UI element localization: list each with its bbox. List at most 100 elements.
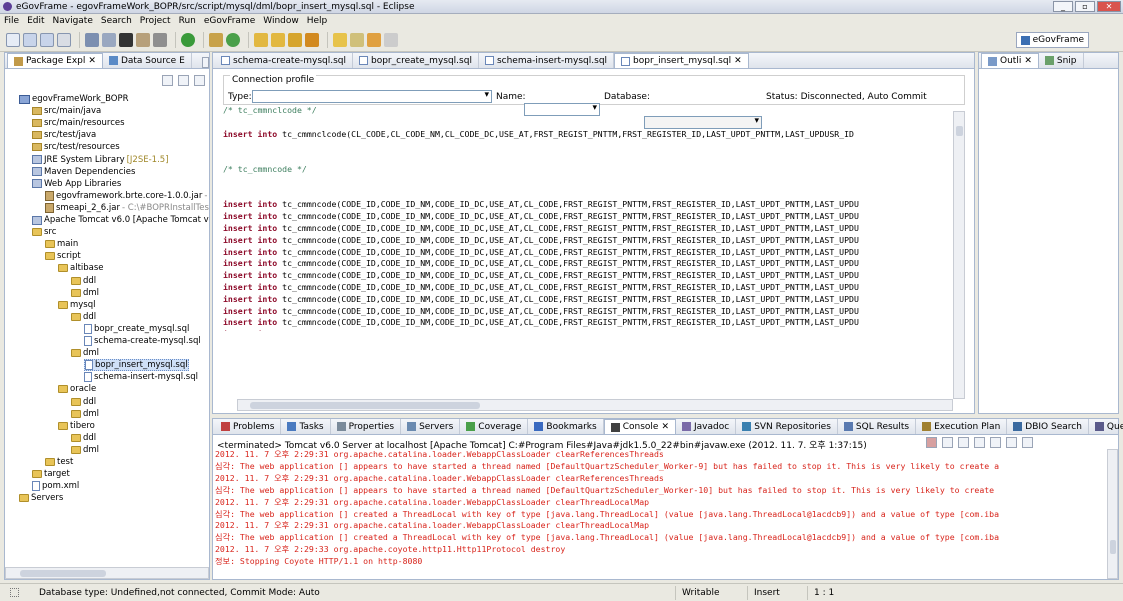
menu-navigate[interactable]: Navigate xyxy=(49,16,97,26)
link-editor-icon[interactable] xyxy=(178,74,189,86)
tree-item[interactable]: Servers xyxy=(19,492,63,504)
tab-sql-results[interactable]: SQL Results xyxy=(838,419,917,434)
view-menu-icon[interactable] xyxy=(194,74,205,86)
tree-item[interactable]: dml xyxy=(71,287,99,299)
terminal-icon[interactable] xyxy=(119,32,133,47)
close-icon[interactable]: ✕ xyxy=(88,56,96,66)
tree-item[interactable]: bopr_create_mysql.sql xyxy=(84,323,189,335)
tree-item[interactable]: Apache Tomcat v6.0 [Apache Tomcat v6.0 xyxy=(32,214,209,226)
tab-outline[interactable]: Outli ✕ xyxy=(981,53,1039,68)
tab-package-explorer[interactable]: Package Expl ✕ xyxy=(7,53,103,68)
minimize-icon[interactable] xyxy=(201,57,209,68)
link-icon[interactable] xyxy=(305,32,319,47)
close-icon[interactable]: ✕ xyxy=(734,56,742,66)
tree-item[interactable]: test xyxy=(45,456,73,468)
tree-item[interactable]: bopr_insert_mysql.sql xyxy=(84,359,189,372)
sql-editor[interactable]: /* tc_cmmnclcode */ insert into tc_cmmncl… xyxy=(223,105,943,331)
tab-problems[interactable]: Problems xyxy=(215,419,282,434)
tree-item[interactable]: ddl xyxy=(71,311,96,323)
tree-item[interactable]: target xyxy=(32,468,70,480)
menu-project[interactable]: Project xyxy=(136,16,175,26)
tree-item[interactable]: schema-create-mysql.sql xyxy=(84,335,201,347)
tree-item[interactable]: ddl xyxy=(71,432,96,444)
tree-item[interactable]: altibase xyxy=(58,262,104,274)
edit-icon[interactable] xyxy=(136,32,150,47)
close-icon[interactable]: ✕ xyxy=(1024,56,1032,66)
editor-horizontal-scrollbar[interactable] xyxy=(237,399,953,411)
tree-item[interactable]: dml xyxy=(71,444,99,456)
tab-javadoc[interactable]: Javadoc xyxy=(676,419,737,434)
tree-item[interactable]: src/main/resources xyxy=(32,117,125,129)
close-icon[interactable]: ✕ xyxy=(661,422,669,432)
annotation-icon[interactable] xyxy=(333,32,347,47)
tree-item[interactable]: Web App Libraries xyxy=(32,178,121,190)
menu-file[interactable]: File xyxy=(0,16,23,26)
save-icon[interactable] xyxy=(23,32,37,47)
tree-item[interactable]: src/test/java xyxy=(32,129,96,141)
menu-egovframe[interactable]: eGovFrame xyxy=(200,16,259,26)
tree-item[interactable]: Maven Dependencies xyxy=(32,166,135,178)
tree-item[interactable]: schema-insert-mysql.sql xyxy=(84,371,198,383)
display-console-icon[interactable] xyxy=(1006,437,1017,448)
tab-dbio-search[interactable]: DBIO Search xyxy=(1007,419,1089,434)
menu-run[interactable]: Run xyxy=(175,16,200,26)
debug-icon[interactable] xyxy=(226,32,240,47)
tree-item[interactable]: ddl xyxy=(71,396,96,408)
tab-bookmarks[interactable]: Bookmarks xyxy=(528,419,604,434)
forward-icon[interactable] xyxy=(384,32,398,47)
tab-data-source-explorer[interactable]: Data Source E xyxy=(103,53,192,68)
console-output[interactable]: 2012. 11. 7 오후 2:29:31 org.apache.catali… xyxy=(215,449,1106,577)
clear-console-icon[interactable] xyxy=(958,437,969,448)
tab-console[interactable]: Console ✕ xyxy=(603,419,676,434)
tree-horizontal-scrollbar[interactable] xyxy=(5,567,209,579)
open-type-icon[interactable] xyxy=(102,32,116,47)
menu-help[interactable]: Help xyxy=(303,16,332,26)
tree-item[interactable]: smeapi_2_6.jar- C:\#BOPRInstallTest2# xyxy=(45,202,209,214)
tree-item[interactable]: src/test/resources xyxy=(32,141,120,153)
open-folder-icon[interactable] xyxy=(254,32,268,47)
type-select[interactable] xyxy=(252,90,492,103)
menu-window[interactable]: Window xyxy=(259,16,303,26)
tree-item[interactable]: pom.xml xyxy=(32,480,79,492)
tab-editor-1[interactable]: bopr_create_mysql.sql xyxy=(353,53,479,68)
tab-servers[interactable]: Servers xyxy=(401,419,461,434)
tree-item[interactable]: tibero xyxy=(58,420,95,432)
tree-item[interactable]: script xyxy=(45,250,81,262)
tab-svn-repositories[interactable]: SVN Repositories xyxy=(736,419,838,434)
tree-item[interactable]: dml xyxy=(71,347,99,359)
tab-editor-2[interactable]: schema-insert-mysql.sql xyxy=(479,53,615,68)
tab-editor-0[interactable]: schema-create-mysql.sql xyxy=(215,53,353,68)
minimize-button[interactable]: _ xyxy=(1053,1,1073,12)
scroll-lock-icon[interactable] xyxy=(974,437,985,448)
menu-edit[interactable]: Edit xyxy=(23,16,48,26)
menu-search[interactable]: Search xyxy=(97,16,136,26)
tree-item[interactable]: src/main/java xyxy=(32,105,101,117)
open-console-icon[interactable] xyxy=(1022,437,1033,448)
tree-item[interactable]: main xyxy=(45,238,78,250)
pin-console-icon[interactable] xyxy=(990,437,1001,448)
brush-icon[interactable] xyxy=(288,32,302,47)
close-button[interactable]: ✕ xyxy=(1097,1,1121,12)
tab-execution-plan[interactable]: Execution Plan xyxy=(916,419,1008,434)
collapse-all-icon[interactable] xyxy=(162,74,173,86)
tree-item[interactable]: JRE System Library [J2SE-1.5] xyxy=(32,154,169,166)
save-all-icon[interactable] xyxy=(40,32,54,47)
tree-item[interactable]: egovframework.brte.core-1.0.0.jar- C: xyxy=(45,190,209,202)
tab-tasks[interactable]: Tasks xyxy=(281,419,331,434)
tools-icon[interactable] xyxy=(153,32,167,47)
new-server-icon[interactable] xyxy=(85,32,99,47)
remove-launch-icon[interactable] xyxy=(942,437,953,448)
new-icon[interactable] xyxy=(6,32,20,47)
tab-properties[interactable]: Properties xyxy=(331,419,402,434)
tree-item[interactable]: ddl xyxy=(71,275,96,287)
maximize-button[interactable]: ▫ xyxy=(1075,1,1095,12)
tree-item[interactable]: oracle xyxy=(58,383,96,395)
perspective-button[interactable]: eGovFrame xyxy=(1015,32,1089,48)
back-icon[interactable] xyxy=(367,32,381,47)
tree-item[interactable]: egovFrameWork_BOPR xyxy=(19,93,129,105)
next-annotation-icon[interactable] xyxy=(350,32,364,47)
print-icon[interactable] xyxy=(57,32,71,47)
grid-icon[interactable] xyxy=(209,32,223,47)
console-vertical-scrollbar[interactable] xyxy=(1107,449,1118,579)
tab-query-result[interactable]: Query Result xyxy=(1089,419,1123,434)
